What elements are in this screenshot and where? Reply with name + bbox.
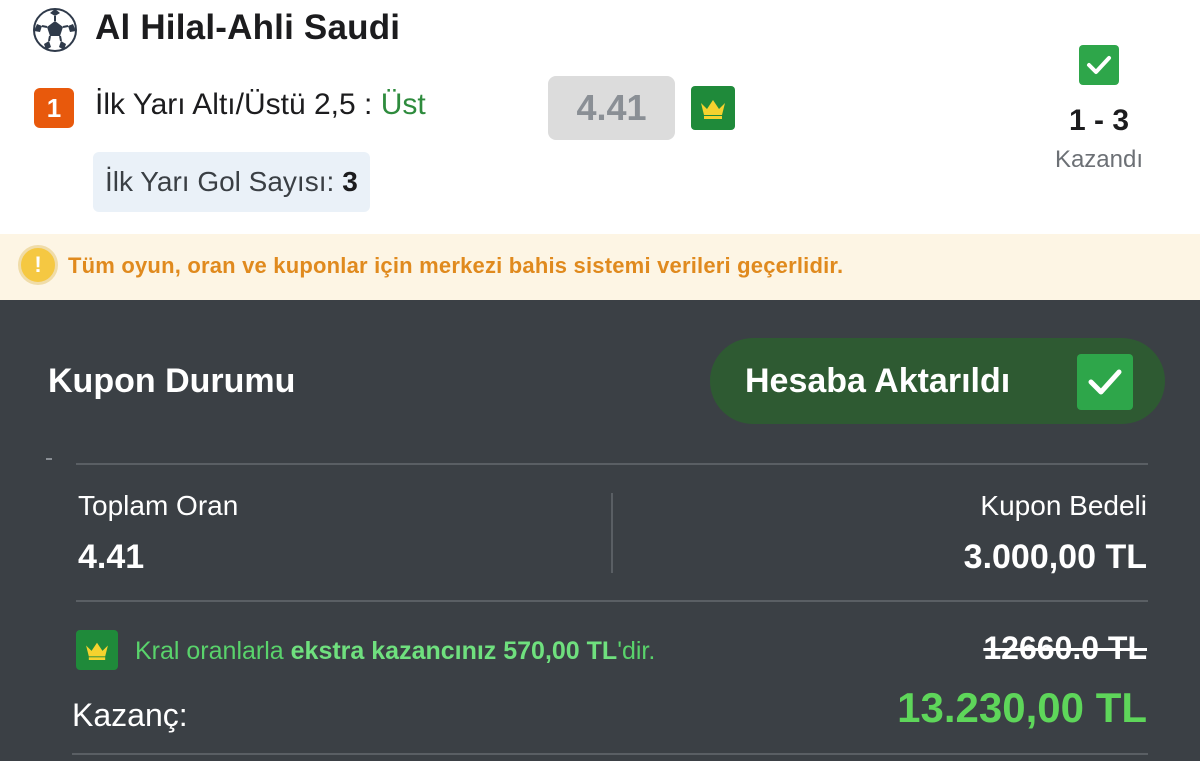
winnings-value: 13.230,00 TL: [897, 684, 1147, 731]
crown-icon: [691, 86, 735, 130]
market-line: İlk Yarı Altı/Üstü 2,5 : Üst: [95, 88, 426, 122]
divider: [72, 753, 1148, 755]
stake-label: Kupon Bedeli: [980, 490, 1147, 521]
crown-icon: [76, 630, 118, 670]
extra-winnings-text: Kral oranlarla ekstra kazancınız 570,00 …: [135, 637, 655, 666]
goal-count-label: İlk Yarı Gol Sayısı:: [105, 166, 335, 197]
old-winnings: 12660.0 TL: [983, 630, 1147, 666]
goal-count-chip: İlk Yarı Gol Sayısı: 3: [93, 152, 370, 212]
total-odds-value: 4.41: [78, 538, 145, 576]
stake-value: 3.000,00 TL: [963, 538, 1147, 576]
divider: [76, 600, 1148, 602]
warning-icon: !: [18, 245, 58, 285]
extra-suffix: 'dir.: [617, 637, 656, 665]
transfer-status-label: Hesaba Aktarıldı: [745, 362, 1011, 400]
goal-count-value: 3: [342, 166, 358, 197]
coupon-title: Kupon Durumu: [48, 362, 296, 400]
match-title[interactable]: Al Hilal-Ahli Saudi: [95, 8, 400, 48]
match-card: Al Hilal-Ahli Saudi 1 İlk Yarı Altı/Üstü…: [0, 0, 1200, 234]
extra-prefix: Kral oranlarla: [135, 637, 291, 665]
result-status: Kazandı: [1054, 146, 1144, 173]
total-odds-label: Toplam Oran: [78, 490, 239, 521]
soccer-ball-icon: [33, 8, 77, 52]
won-check-icon: [1079, 45, 1119, 85]
market-label: İlk Yarı Altı/Üstü 2,5 :: [95, 88, 381, 121]
selection-number-badge: 1: [34, 88, 74, 128]
extra-amount: ekstra kazancınız 570,00 TL: [290, 637, 618, 665]
check-icon: [1077, 354, 1133, 410]
divider: [611, 493, 613, 573]
notice-text: Tüm oyun, oran ve kuponlar için merkezi …: [68, 253, 844, 278]
divider-mark: [46, 458, 52, 460]
divider: [76, 463, 1148, 465]
match-score: 1 - 3: [1068, 104, 1130, 137]
market-selection: Üst: [380, 88, 426, 121]
odds-box: 4.41: [548, 76, 675, 140]
winnings-label: Kazanç:: [72, 697, 188, 733]
